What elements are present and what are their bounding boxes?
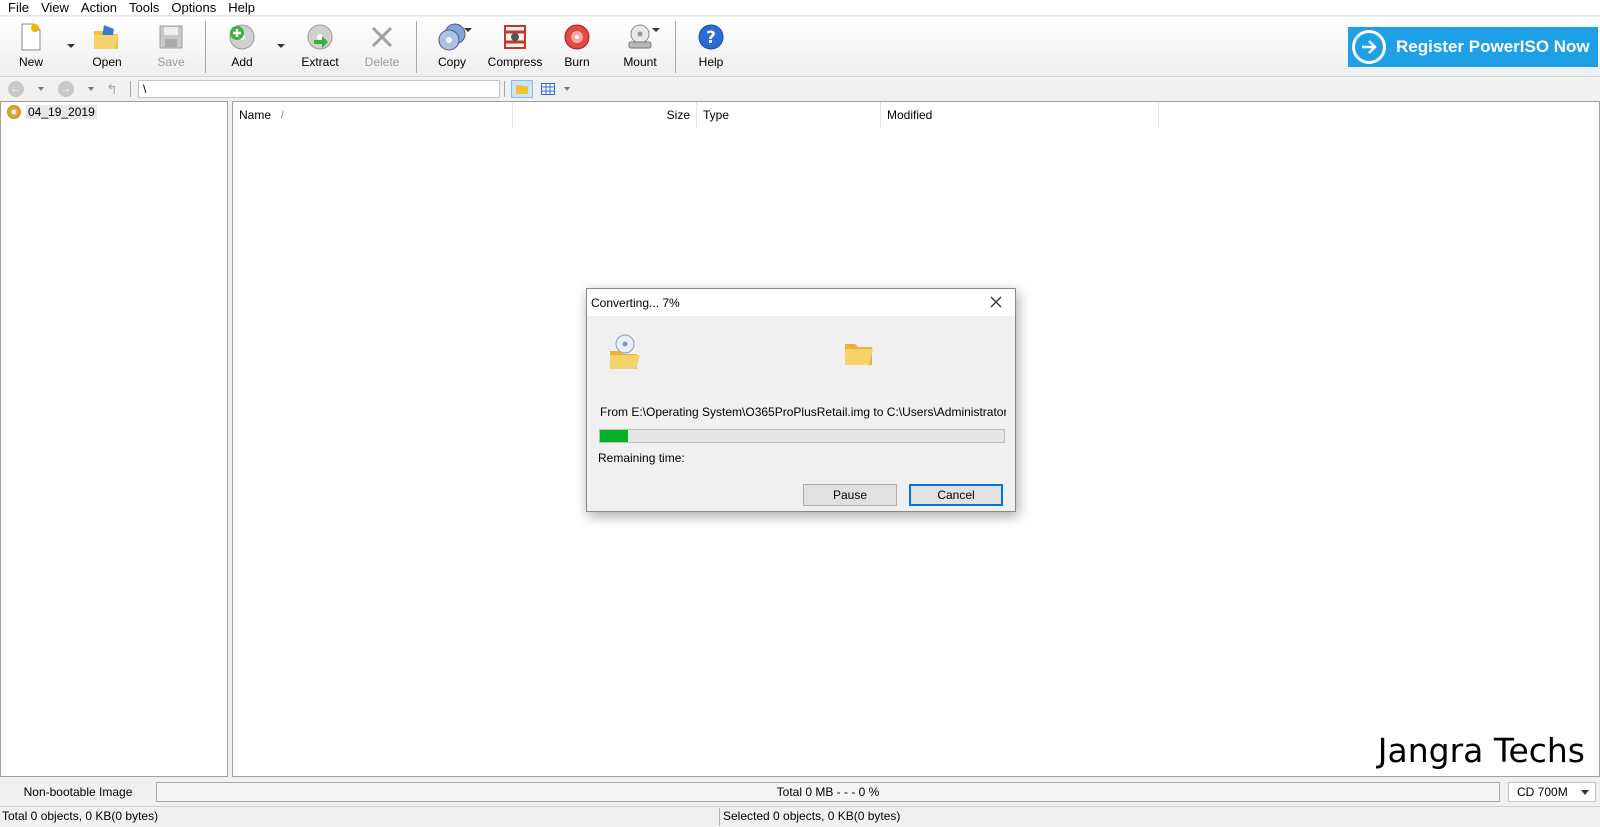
menu-tools[interactable]: Tools [123,0,165,15]
tree-root-label: 04_19_2019 [26,105,97,119]
converting-dialog: Converting... 7% From E:\Operating Syste… [586,288,1016,512]
help-button[interactable]: ? Help [681,21,741,73]
toolbar-separator [205,21,206,73]
column-header-type[interactable]: Type [697,102,881,128]
open-button[interactable]: Open [77,21,137,73]
register-label: Register PowerISO Now [1396,37,1590,56]
column-header-modified[interactable]: Modified [881,102,1159,128]
open-label: Open [92,55,122,69]
help-label: Help [698,55,724,69]
menu-options[interactable]: Options [165,0,222,15]
extract-button[interactable]: Extract [290,21,350,73]
close-icon[interactable] [987,293,1005,311]
mount-button[interactable]: Mount [610,21,670,73]
back-dropdown-icon[interactable] [38,87,44,91]
column-modified-label: Modified [887,108,933,122]
boot-status: Non-bootable Image [23,785,133,799]
address-separator [130,81,131,97]
folder-view-icon[interactable] [511,80,533,98]
column-header-name[interactable]: Name / [233,102,513,128]
cancel-button[interactable]: Cancel [909,484,1003,506]
extract-disc-icon [304,21,336,53]
forward-arrow-icon[interactable]: → [58,81,74,97]
svg-text:?: ? [706,28,716,48]
help-question-icon: ? [695,21,727,53]
menu-help[interactable]: Help [222,0,261,15]
status-bar-top: Non-bootable Image Total 0 MB - - - 0 % … [0,779,1600,805]
menu-bar: File View Action Tools Options Help [0,0,1600,16]
menu-action[interactable]: Action [75,0,123,15]
path-field[interactable]: \ [138,80,500,98]
mount-label: Mount [623,55,657,69]
new-label: New [18,55,43,69]
arrow-right-icon [1352,30,1386,64]
add-disc-icon [226,21,258,53]
media-size-select[interactable]: CD 700M [1508,782,1596,802]
register-button[interactable]: Register PowerISO Now [1348,27,1598,67]
mount-dropdown-icon[interactable] [651,27,661,35]
compress-button[interactable]: Compress [485,21,545,73]
progress-fill [600,430,629,442]
extract-label: Extract [301,55,339,69]
back-arrow-icon[interactable]: ← [8,81,24,97]
address-separator [504,81,505,97]
remaining-time-label: Remaining time: [598,451,685,465]
watermark-text: Jangra Techs [1377,731,1585,770]
column-type-label: Type [703,108,730,122]
capacity-bar: Total 0 MB - - - 0 % [156,782,1500,802]
destination-folder-icon [843,339,875,370]
view-mode-dropdown-icon[interactable] [564,87,570,91]
sort-indicator: / [281,109,284,121]
compress-label: Compress [487,55,543,69]
burn-label: Burn [564,55,590,69]
source-disc-folder-icon [607,333,643,374]
conversion-progress-bar [599,429,1005,443]
toolbar-separator [416,21,417,73]
up-folder-icon[interactable]: ↰ [104,81,120,97]
new-file-icon [15,21,47,53]
save-button[interactable]: Save [141,21,201,73]
folder-tree: 04_19_2019 [0,101,228,777]
delete-label: Delete [364,55,400,69]
burn-disc-icon [561,21,593,53]
add-label: Add [231,55,253,69]
copy-dropdown-icon[interactable] [463,27,473,35]
copy-label: Copy [437,55,466,69]
toolbar-separator [675,21,676,73]
add-button[interactable]: Add [212,21,272,73]
new-button[interactable]: New [1,21,61,73]
view-mode-icon[interactable] [540,81,556,97]
dialog-titlebar: Converting... 7% [587,289,1015,316]
dialog-title: Converting... 7% [591,295,680,310]
status-divider [719,808,720,826]
save-disk-icon [155,21,187,53]
tree-root-item[interactable]: 04_19_2019 [7,105,97,119]
conversion-path-text: From E:\Operating System\O365ProPlusReta… [600,405,1006,419]
forward-dropdown-icon[interactable] [88,87,94,91]
pause-button[interactable]: Pause [803,484,897,506]
copy-disc-icon [436,21,468,53]
mount-drive-icon [624,21,656,53]
compress-icon [499,21,531,53]
total-objects-text: Total 0 objects, 0 KB(0 bytes) [2,809,159,823]
menu-view[interactable]: View [35,0,75,15]
burn-button[interactable]: Burn [547,21,607,73]
column-header-size[interactable]: Size [513,102,697,128]
address-bar: ← → ↰ \ [0,78,1600,100]
open-folder-icon [91,21,123,53]
save-label: Save [157,55,185,69]
copy-button[interactable]: Copy [422,21,482,73]
delete-x-icon [366,21,398,53]
new-dropdown-icon[interactable] [66,43,76,51]
status-bar-bottom: Total 0 objects, 0 KB(0 bytes) Selected … [0,806,1600,827]
column-name-label: Name [239,108,272,122]
toolbar: New Open Save Add Extract Delete Copy Co… [0,17,1600,77]
selected-objects-text: Selected 0 objects, 0 KB(0 bytes) [723,809,901,823]
menu-file[interactable]: File [0,0,35,15]
add-dropdown-icon[interactable] [276,43,286,51]
disc-image-icon [7,105,21,119]
column-size-label: Size [666,108,690,122]
delete-button[interactable]: Delete [352,21,412,73]
